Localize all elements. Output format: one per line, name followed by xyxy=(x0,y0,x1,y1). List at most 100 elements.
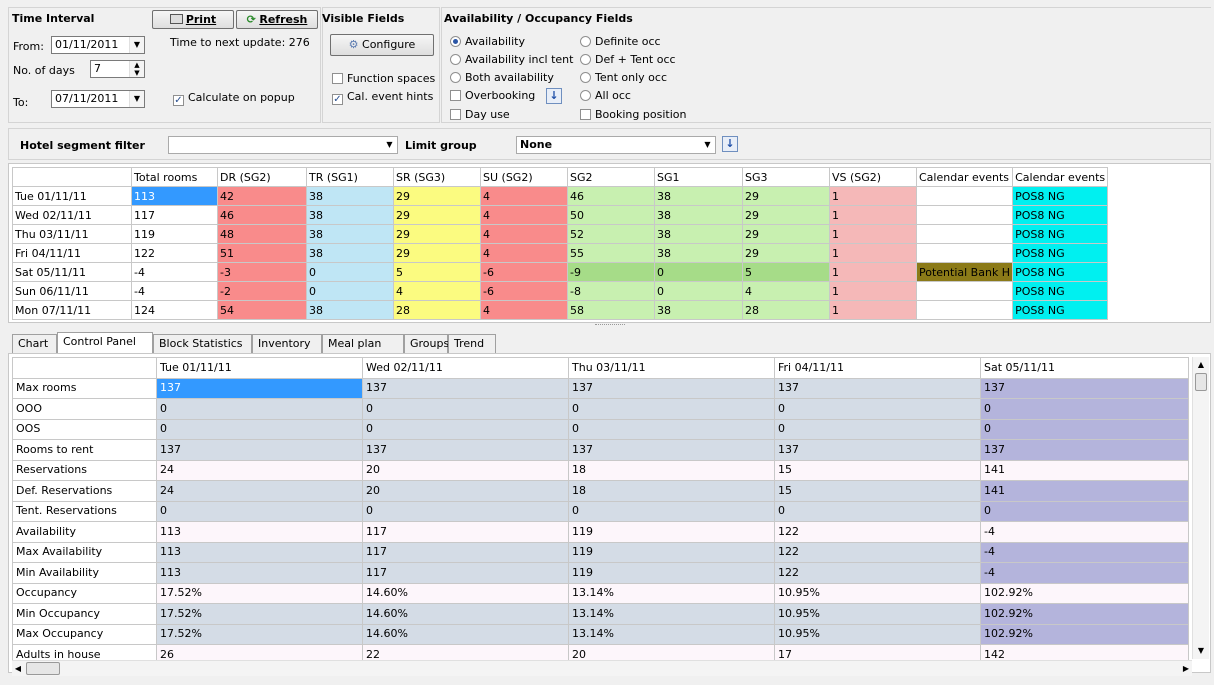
row-label[interactable]: Max Occupancy xyxy=(12,623,157,645)
chevron-down-icon[interactable]: ▼ xyxy=(700,137,715,153)
overbooking-arrow-button[interactable]: ↓ xyxy=(546,88,562,104)
grid-cell[interactable]: 15 xyxy=(774,459,981,481)
row-label[interactable]: Availability xyxy=(12,521,157,543)
row-label[interactable]: Min Availability xyxy=(12,562,157,584)
grid-cell[interactable]: 4 xyxy=(480,224,568,244)
grid-cell[interactable]: 1 xyxy=(829,205,917,225)
spin-arrows-icon[interactable]: ▲ ▼ xyxy=(129,61,144,77)
scroll-up-icon[interactable]: ▲ xyxy=(1193,357,1209,373)
chevron-down-icon[interactable]: ▼ xyxy=(129,91,144,107)
grid-cell[interactable] xyxy=(915,300,1014,320)
grid-cell[interactable]: 102.92% xyxy=(980,623,1189,645)
grid-cell[interactable]: 137 xyxy=(980,377,1189,399)
radio-both-availability[interactable]: Both availability xyxy=(450,71,554,85)
grid-cell[interactable]: 137 xyxy=(774,377,981,399)
grid-cell[interactable]: -6 xyxy=(480,281,568,301)
row-date-label[interactable]: Wed 02/11/11 xyxy=(12,205,132,225)
grid-cell[interactable]: -4 xyxy=(131,281,218,301)
grid-cell[interactable]: -4 xyxy=(980,562,1189,584)
scroll-thumb-h[interactable] xyxy=(26,662,60,675)
grid-cell[interactable]: 0 xyxy=(568,500,775,522)
grid-cell[interactable]: 14.60% xyxy=(362,603,569,625)
column-header[interactable]: DR (SG2) xyxy=(217,167,307,187)
days-stepper[interactable]: 7 ▲ ▼ xyxy=(90,60,145,78)
vertical-scrollbar[interactable]: ▲ ▼ xyxy=(1192,357,1209,659)
radio-availability[interactable]: Availability xyxy=(450,35,525,49)
grid-cell[interactable]: 141 xyxy=(980,459,1189,481)
grid-cell[interactable]: 24 xyxy=(156,459,363,481)
grid-cell[interactable]: -6 xyxy=(480,262,568,282)
grid-cell[interactable]: POS8 NG xyxy=(1012,243,1109,263)
configure-button[interactable]: ⚙ Configure xyxy=(330,34,434,56)
grid-cell[interactable]: -2 xyxy=(217,281,307,301)
row-label[interactable]: Reservations xyxy=(12,459,157,481)
grid-cell[interactable]: Potential Bank H xyxy=(915,262,1014,282)
grid-cell[interactable]: 0 xyxy=(980,398,1189,420)
grid-cell[interactable]: 117 xyxy=(362,541,569,563)
grid-cell[interactable]: 113 xyxy=(156,541,363,563)
column-header[interactable]: VS (SG2) xyxy=(829,167,917,187)
grid-cell[interactable]: 4 xyxy=(480,205,568,225)
grid-cell[interactable]: 1 xyxy=(829,224,917,244)
grid-cell[interactable]: 38 xyxy=(654,205,743,225)
grid-cell[interactable]: 24 xyxy=(156,480,363,502)
segment-filter-select[interactable]: ▼ xyxy=(168,136,398,154)
scroll-thumb[interactable] xyxy=(1195,373,1207,391)
grid-cell[interactable]: 124 xyxy=(131,300,218,320)
grid-cell[interactable]: 20 xyxy=(362,459,569,481)
grid-cell[interactable]: 38 xyxy=(654,186,743,206)
grid-cell[interactable]: 122 xyxy=(131,243,218,263)
column-header[interactable] xyxy=(12,357,157,379)
grid-cell[interactable]: 38 xyxy=(306,186,394,206)
grid-cell[interactable]: -4 xyxy=(131,262,218,282)
grid-cell[interactable]: 0 xyxy=(568,418,775,440)
grid-cell[interactable]: 20 xyxy=(362,480,569,502)
radio-definite-occ[interactable]: Definite occ xyxy=(580,35,661,49)
grid-cell[interactable]: 1 xyxy=(829,300,917,320)
grid-cell[interactable] xyxy=(915,186,1014,206)
grid-cell[interactable]: 0 xyxy=(980,500,1189,522)
grid-cell[interactable]: 29 xyxy=(393,243,481,263)
overbooking-checkbox[interactable]: Overbooking xyxy=(450,89,535,103)
grid-cell[interactable]: 0 xyxy=(156,500,363,522)
grid-cell[interactable]: 29 xyxy=(393,224,481,244)
grid-cell[interactable]: 0 xyxy=(362,500,569,522)
day-use-checkbox[interactable]: Day use xyxy=(450,108,510,122)
to-date-picker[interactable]: 07/11/2011 ▼ xyxy=(51,90,145,108)
row-label[interactable]: Max Availability xyxy=(12,541,157,563)
grid-cell[interactable]: 46 xyxy=(567,186,655,206)
grid-cell[interactable]: 0 xyxy=(568,398,775,420)
row-date-label[interactable]: Mon 07/11/11 xyxy=(12,300,132,320)
grid-cell[interactable]: 52 xyxy=(567,224,655,244)
grid-cell[interactable]: 38 xyxy=(654,224,743,244)
grid-cell[interactable]: 137 xyxy=(980,439,1189,461)
grid-cell[interactable]: 10.95% xyxy=(774,582,981,604)
grid-cell[interactable] xyxy=(915,243,1014,263)
row-date-label[interactable]: Thu 03/11/11 xyxy=(12,224,132,244)
grid-cell[interactable]: -4 xyxy=(980,521,1189,543)
grid-cell[interactable]: 0 xyxy=(774,418,981,440)
grid-cell[interactable]: 117 xyxy=(131,205,218,225)
column-header[interactable]: Thu 03/11/11 xyxy=(568,357,775,379)
row-date-label[interactable]: Sun 06/11/11 xyxy=(12,281,132,301)
grid-cell[interactable]: 13.14% xyxy=(568,582,775,604)
grid-cell[interactable]: 4 xyxy=(480,243,568,263)
radio-tent-only-occ[interactable]: Tent only occ xyxy=(580,71,667,85)
grid-cell[interactable]: 28 xyxy=(393,300,481,320)
row-date-label[interactable]: Fri 04/11/11 xyxy=(12,243,132,263)
radio-availability-incl-tent[interactable]: Availability incl tent xyxy=(450,53,573,67)
grid-cell[interactable]: 17.52% xyxy=(156,582,363,604)
grid-cell[interactable]: 29 xyxy=(742,243,830,263)
grid-cell[interactable]: 38 xyxy=(306,300,394,320)
grid-cell[interactable]: 137 xyxy=(156,377,363,399)
tab-block-statistics[interactable]: Block Statistics xyxy=(153,334,252,353)
print-button[interactable]: Print xyxy=(152,10,234,29)
refresh-button[interactable]: ⟳ Refresh xyxy=(236,10,318,29)
grid-cell[interactable]: 1 xyxy=(829,186,917,206)
grid-cell[interactable]: 14.60% xyxy=(362,623,569,645)
grid-cell[interactable]: POS8 NG xyxy=(1012,262,1109,282)
grid-cell[interactable]: 29 xyxy=(742,186,830,206)
grid-cell[interactable]: POS8 NG xyxy=(1012,205,1109,225)
column-header[interactable]: SG1 xyxy=(654,167,743,187)
grid-cell[interactable]: 119 xyxy=(568,541,775,563)
